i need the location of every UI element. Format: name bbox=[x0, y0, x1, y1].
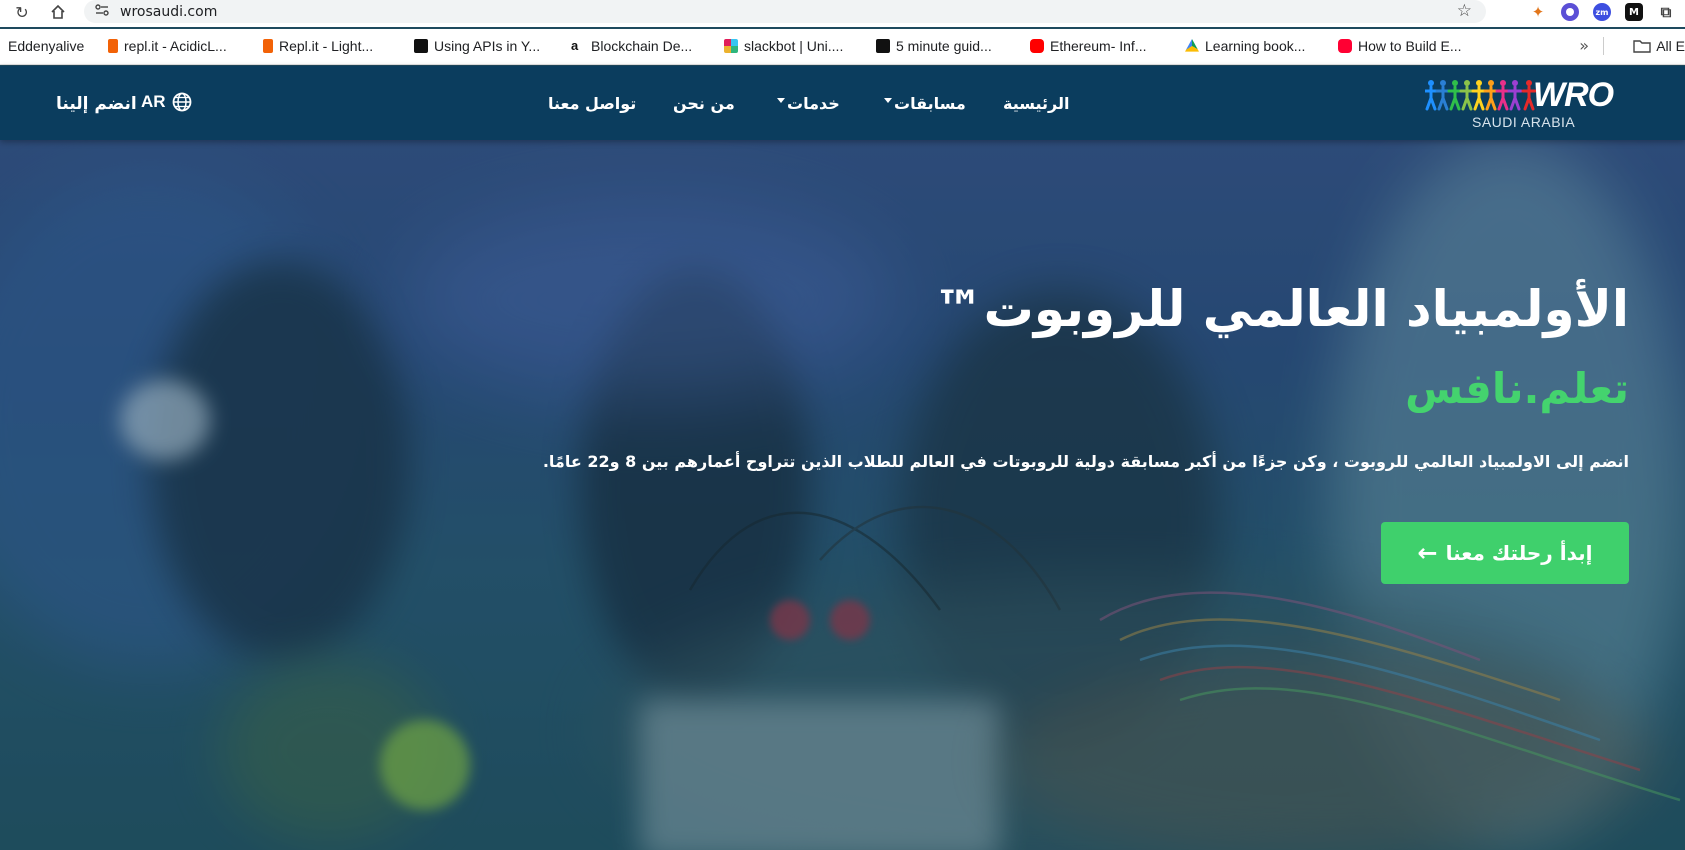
site-header: WRO SAUDI ARABIA الرئيسية مسابقات خدمات … bbox=[0, 66, 1685, 140]
start-journey-label: إبدأ رحلتك معنا bbox=[1445, 541, 1593, 565]
bookmark-label: Ethereum- Inf... bbox=[1050, 38, 1147, 54]
bookmark-item[interactable]: Learning book... bbox=[1185, 38, 1305, 54]
bookmark-label: 5 minute guid... bbox=[896, 38, 992, 54]
hero-subtitle: تعلم.نافس bbox=[1405, 364, 1629, 413]
bookmark-label: How to Build E... bbox=[1358, 38, 1462, 54]
bookmark-label: Using APIs in Y... bbox=[434, 38, 541, 54]
medium-extension-icon[interactable]: M bbox=[1625, 3, 1643, 21]
bookmark-label: Eddenyalive bbox=[8, 38, 85, 54]
reload-icon[interactable]: ↻ bbox=[10, 0, 34, 24]
extensions-area: ✦ zm M ⧉ bbox=[1529, 0, 1675, 24]
bookmark-label: slackbot | Uni.... bbox=[744, 38, 844, 54]
nav-home[interactable]: الرئيسية bbox=[1003, 94, 1070, 113]
all-bookmarks-label: All E bbox=[1656, 38, 1685, 54]
metamask-extension-icon[interactable]: ✦ bbox=[1529, 3, 1547, 21]
hero-overlay bbox=[0, 140, 1685, 850]
bookmark-item[interactable]: Using APIs in Y... bbox=[414, 38, 540, 54]
bookmark-item[interactable]: repl.it - AcidicL... bbox=[108, 38, 227, 54]
bookmark-item[interactable]: Eddenyalive bbox=[8, 38, 84, 54]
bookmark-label: Repl.it - Light... bbox=[279, 38, 374, 54]
nav-contact[interactable]: تواصل معنا bbox=[548, 94, 636, 113]
bookmark-item[interactable]: How to Build E... bbox=[1338, 38, 1462, 54]
bookmark-item[interactable]: a Blockchain De... bbox=[571, 38, 692, 54]
chevron-down-icon bbox=[884, 98, 892, 103]
google-drive-icon bbox=[1185, 39, 1199, 52]
home-icon[interactable] bbox=[46, 0, 70, 24]
logo-subtitle: SAUDI ARABIA bbox=[1472, 114, 1576, 130]
bookmark-item[interactable]: Repl.it - Light... bbox=[263, 38, 373, 54]
bookmark-item[interactable]: 5 minute guid... bbox=[876, 38, 992, 54]
bookmarks-divider bbox=[1603, 37, 1604, 55]
replit-icon bbox=[263, 39, 273, 53]
nav-about[interactable]: من نحن bbox=[673, 94, 735, 113]
start-journey-button[interactable]: إبدأ رحلتك معنا ← bbox=[1381, 522, 1629, 584]
address-bar[interactable]: wrosaudi.com ☆ bbox=[84, 0, 1486, 23]
all-bookmarks-button[interactable]: All E bbox=[1633, 38, 1685, 54]
bookmarks-bar: Eddenyalive repl.it - AcidicL... Repl.it… bbox=[0, 29, 1685, 65]
medium-icon bbox=[876, 39, 890, 53]
bookmark-label: repl.it - AcidicL... bbox=[124, 38, 227, 54]
logo-wordmark: WRO bbox=[1533, 76, 1614, 114]
alchemy-icon: a bbox=[571, 39, 585, 53]
globe-icon bbox=[172, 92, 191, 112]
join-us-link[interactable]: انضم إلينا bbox=[56, 94, 137, 114]
site-info-icon[interactable] bbox=[94, 2, 110, 21]
zoom-extension-icon[interactable]: zm bbox=[1593, 3, 1611, 21]
browser-toolbar: ↻ wrosaudi.com ☆ ✦ zm M ⧉ bbox=[0, 0, 1685, 27]
nav-competitions[interactable]: مسابقات bbox=[884, 94, 966, 113]
language-switcher[interactable]: AR bbox=[141, 92, 192, 112]
ring-extension-icon[interactable] bbox=[1561, 3, 1579, 21]
bookmark-item[interactable]: Ethereum- Inf... bbox=[1030, 38, 1146, 54]
bookmark-label: Learning book... bbox=[1205, 38, 1306, 54]
replit-icon bbox=[108, 39, 118, 53]
language-label: AR bbox=[141, 92, 166, 111]
nav-services[interactable]: خدمات bbox=[777, 94, 840, 113]
arrow-left-icon: ← bbox=[1417, 539, 1438, 567]
youtube-icon bbox=[1338, 39, 1352, 53]
bookmark-label: Blockchain De... bbox=[591, 38, 693, 54]
youtube-icon bbox=[1030, 39, 1044, 53]
nav-services-label: خدمات bbox=[787, 94, 840, 113]
logo-figures-icon bbox=[1425, 78, 1537, 112]
medium-icon bbox=[414, 39, 428, 53]
chevron-down-icon bbox=[777, 98, 785, 103]
nav-competitions-label: مسابقات bbox=[894, 94, 966, 113]
bookmark-star-icon[interactable]: ☆ bbox=[1457, 1, 1472, 21]
wro-logo[interactable]: WRO SAUDI ARABIA bbox=[1425, 74, 1615, 134]
hero-section: الأولمبياد العالمي للروبوت™ تعلم.نافس ان… bbox=[0, 140, 1685, 850]
more-bookmarks-icon[interactable]: » bbox=[1579, 36, 1589, 55]
slack-icon bbox=[724, 39, 738, 53]
puzzle-extensions-icon[interactable]: ⧉ bbox=[1657, 3, 1675, 21]
hero-title: الأولمبياد العالمي للروبوت™ bbox=[933, 280, 1629, 338]
folder-icon bbox=[1633, 40, 1651, 53]
url-text: wrosaudi.com bbox=[120, 3, 218, 20]
hero-description: انضم إلى الاولمبياد العالمي للروبوت ، وك… bbox=[542, 452, 1629, 471]
bookmark-item[interactable]: slackbot | Uni.... bbox=[724, 38, 843, 54]
